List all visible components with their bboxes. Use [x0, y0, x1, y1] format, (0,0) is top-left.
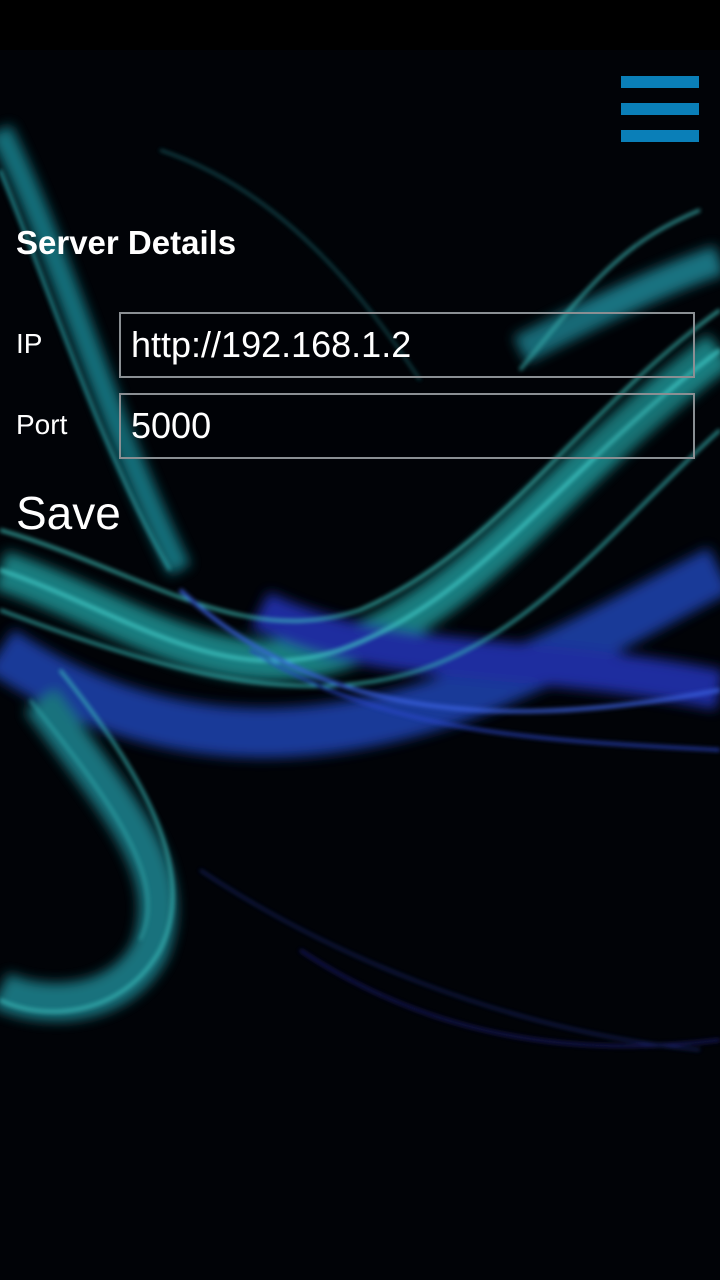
menu-button[interactable] [618, 74, 702, 146]
port-input[interactable] [119, 393, 695, 459]
ip-label: IP [16, 328, 43, 359]
ip-input[interactable] [119, 312, 695, 378]
save-button[interactable]: Save [16, 486, 121, 540]
page-title: Server Details [16, 224, 237, 261]
status-bar [0, 0, 720, 50]
port-label: Port [16, 409, 68, 440]
